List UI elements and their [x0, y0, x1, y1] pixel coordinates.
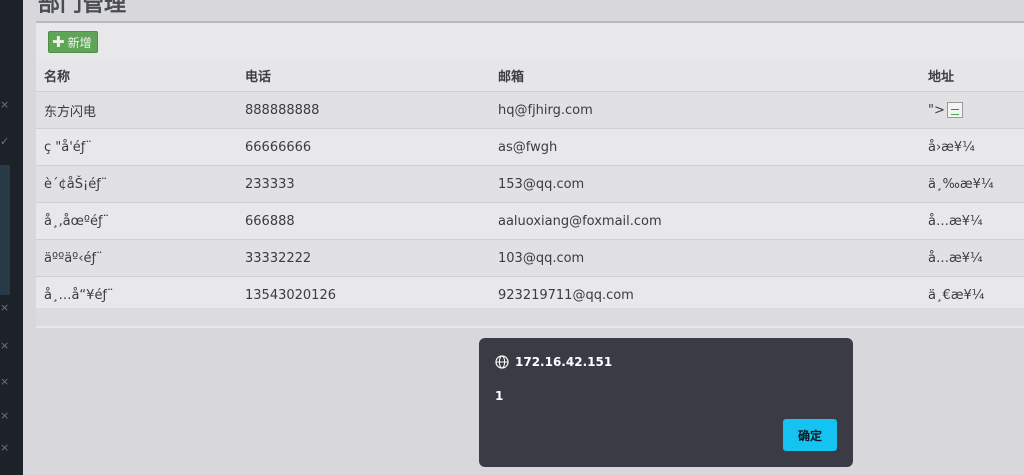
table-row[interactable]: è´¢åŠ¡éƒ¨ 233333 153@qq.com ä¸‰æ¥¼	[36, 166, 1024, 203]
ok-button[interactable]: 确定	[783, 419, 837, 451]
globe-icon	[495, 355, 509, 369]
cell-name: 东方闪电	[44, 104, 97, 120]
add-button-label: 新增	[67, 35, 92, 50]
cell-address-text: ">	[928, 102, 945, 118]
sidebar: × ✓ × × × × ×	[0, 0, 23, 475]
cell-email: as@fwgh	[498, 139, 558, 155]
department-panel: ✚ 新增 名称 电话 邮箱 地址 东方闪电 888888888 hq@fjhir…	[36, 21, 1024, 328]
sidebar-close-icon[interactable]: ×	[0, 410, 10, 421]
cell-name: å¸‚åœºéƒ¨	[44, 213, 110, 229]
column-header-phone[interactable]: 电话	[245, 59, 271, 91]
cell-address: å…æ¥¼	[928, 250, 983, 266]
column-header-address[interactable]: 地址	[928, 59, 954, 91]
broken-image-icon	[946, 102, 963, 118]
cell-email: aaluoxiang@foxmail.com	[498, 213, 662, 229]
table-row[interactable]: ç "å'éƒ¨ 66666666 as@fwgh å›æ¥¼	[36, 129, 1024, 166]
cell-phone: 66666666	[245, 139, 312, 155]
cell-phone: 33332222	[245, 250, 312, 266]
sidebar-close-icon[interactable]: ×	[0, 442, 10, 453]
cell-address: ä¸‰æ¥¼	[928, 176, 994, 192]
cell-name: äººäº‹éƒ¨	[44, 250, 103, 266]
page-title: 部门管理	[38, 0, 127, 17]
dialog-origin: 172.16.42.151	[495, 355, 612, 369]
alert-dialog: 172.16.42.151 1 确定	[479, 338, 853, 467]
sidebar-close-icon[interactable]: ×	[0, 99, 10, 110]
column-header-name[interactable]: 名称	[44, 59, 70, 91]
sidebar-close-icon[interactable]: ×	[0, 376, 10, 387]
cell-name: ç "å'éƒ¨	[44, 139, 92, 155]
cell-phone: 888888888	[245, 102, 320, 118]
cell-address: ">	[928, 92, 963, 128]
plus-icon: ✚	[52, 32, 65, 51]
cell-address: å…æ¥¼	[928, 213, 983, 229]
column-header-email[interactable]: 邮箱	[498, 59, 524, 91]
toolbar: ✚ 新增	[36, 23, 1024, 60]
sidebar-check-icon[interactable]: ✓	[0, 136, 10, 147]
cell-phone: 233333	[245, 176, 295, 192]
cell-name: è´¢åŠ¡éƒ¨	[44, 176, 108, 192]
cell-address: å›æ¥¼	[928, 139, 975, 155]
dialog-message: 1	[495, 389, 504, 403]
dialog-origin-text: 172.16.42.151	[515, 355, 613, 369]
table-row[interactable]: äººäº‹éƒ¨ 33332222 103@qq.com å…æ¥¼	[36, 240, 1024, 277]
cell-email: 103@qq.com	[498, 250, 585, 266]
cell-email: 153@qq.com	[498, 176, 585, 192]
cell-email: hq@fjhirg.com	[498, 102, 593, 118]
cell-phone: 666888	[245, 213, 295, 229]
table-row[interactable]: å¸‚åœºéƒ¨ 666888 aaluoxiang@foxmail.com …	[36, 203, 1024, 240]
table-row[interactable]: 东方闪电 888888888 hq@fjhirg.com ">	[36, 92, 1024, 129]
sidebar-active-marker	[0, 165, 10, 295]
table-header-row: 名称 电话 邮箱 地址	[36, 59, 1024, 92]
sidebar-close-icon[interactable]: ×	[0, 340, 10, 351]
department-table: 名称 电话 邮箱 地址 东方闪电 888888888 hq@fjhirg.com…	[36, 59, 1024, 314]
add-button[interactable]: ✚ 新增	[48, 31, 98, 53]
sidebar-close-icon[interactable]: ×	[0, 302, 10, 313]
table-footer	[36, 308, 1024, 326]
